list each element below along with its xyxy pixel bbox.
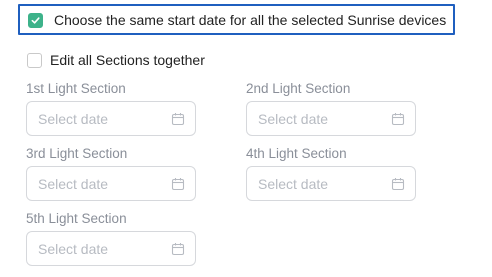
section-5-date-placeholder: Select date xyxy=(38,241,109,257)
section-1-date-input[interactable]: Select date xyxy=(26,101,196,136)
edit-all-sections-checkbox[interactable] xyxy=(27,53,42,68)
same-start-date-checkbox[interactable] xyxy=(28,13,43,28)
edit-all-sections-label: Edit all Sections together xyxy=(50,52,205,68)
checkmark-icon xyxy=(31,17,40,24)
section-4-date-placeholder: Select date xyxy=(258,176,329,192)
section-2-date-input[interactable]: Select date xyxy=(246,101,416,136)
section-3-date-input[interactable]: Select date xyxy=(26,166,196,201)
section-4-date-input[interactable]: Select date xyxy=(246,166,416,201)
calendar-icon xyxy=(171,178,185,191)
same-start-date-label: Choose the same start date for all the s… xyxy=(54,12,447,28)
same-start-date-option[interactable]: Choose the same start date for all the s… xyxy=(18,4,455,35)
section-5-label: 5th Light Section xyxy=(26,211,127,226)
calendar-icon xyxy=(171,113,185,126)
section-2-label: 2nd Light Section xyxy=(246,81,351,96)
section-3-label: 3rd Light Section xyxy=(26,146,128,161)
section-3-date-placeholder: Select date xyxy=(38,176,109,192)
section-1-date-placeholder: Select date xyxy=(38,111,109,127)
section-5-date-input[interactable]: Select date xyxy=(26,231,196,266)
calendar-icon xyxy=(391,113,405,126)
section-1-label: 1st Light Section xyxy=(26,81,126,96)
section-2-date-placeholder: Select date xyxy=(258,111,329,127)
section-4-label: 4th Light Section xyxy=(246,146,347,161)
calendar-icon xyxy=(171,243,185,256)
calendar-icon xyxy=(391,178,405,191)
